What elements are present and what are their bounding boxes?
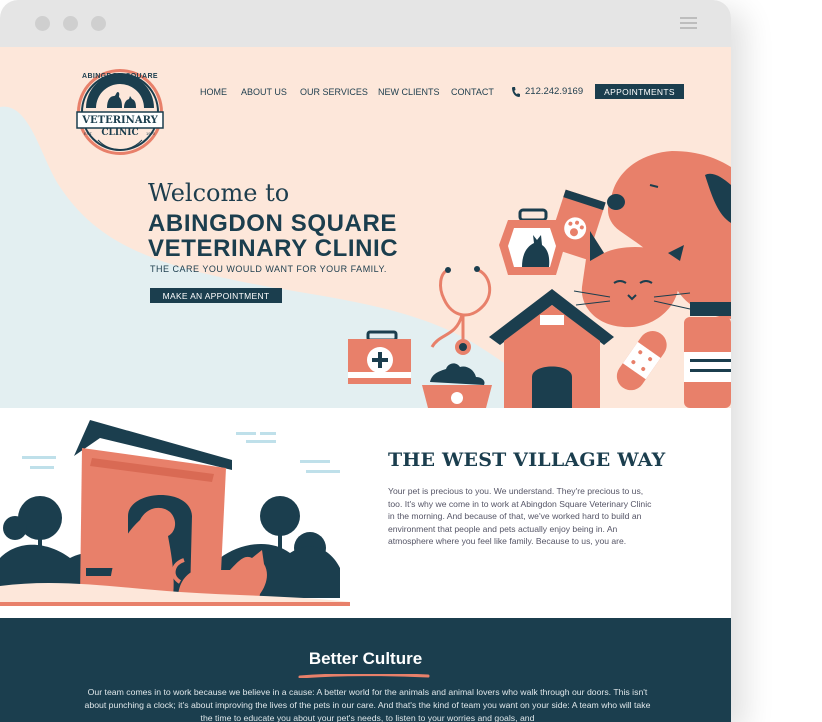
nav-about-us[interactable]: ABOUT US — [241, 87, 287, 97]
browser-window: ABINGDON SQUARE VETERINARY CLINIC EST. 1… — [0, 0, 731, 722]
browser-chrome — [0, 0, 731, 47]
hero-title: ABINGDON SQUARE VETERINARY CLINIC — [148, 211, 398, 261]
hero-section: ABINGDON SQUARE VETERINARY CLINIC EST. 1… — [0, 47, 731, 408]
hero-title-line1: ABINGDON SQUARE — [148, 210, 398, 237]
appointments-button[interactable]: APPOINTMENTS — [595, 84, 684, 99]
welcome-text: Welcome to — [148, 179, 290, 207]
logo-year: 1970 — [146, 131, 155, 136]
west-village-body: Your pet is precious to you. We understa… — [388, 486, 652, 546]
window-dot-close[interactable] — [35, 16, 50, 31]
culture-body: Our team comes in to work because we bel… — [84, 687, 651, 722]
hero-title-line2: VETERINARY CLINIC — [148, 235, 399, 262]
hero-tagline: THE CARE YOU WOULD WANT FOR YOUR FAMILY. — [150, 264, 387, 274]
nav-our-services[interactable]: OUR SERVICES — [300, 87, 368, 97]
phone-icon — [512, 86, 520, 97]
culture-title: Better Culture — [308, 649, 423, 668]
hamburger-menu-icon[interactable] — [680, 17, 697, 29]
phone-link[interactable]: 212.242.9169 — [512, 86, 583, 97]
west-village-title: THE WEST VILLAGE WAY — [388, 449, 666, 471]
nav-home[interactable]: HOME — [200, 87, 227, 97]
better-culture-section: Better Culture Our team comes in to work… — [0, 618, 731, 722]
logo-line1: VETERINARY — [82, 115, 158, 126]
make-appointment-button[interactable]: MAKE AN APPOINTMENT — [150, 288, 282, 303]
logo-est: EST. — [84, 131, 93, 136]
nav-new-clients[interactable]: NEW CLIENTS — [378, 87, 440, 97]
window-dot-minimize[interactable] — [63, 16, 78, 31]
nav-contact[interactable]: CONTACT — [451, 87, 494, 97]
clinic-logo[interactable]: ABINGDON SQUARE VETERINARY CLINIC EST. 1… — [74, 68, 166, 156]
window-dot-maximize[interactable] — [91, 16, 106, 31]
logo-top-arc: ABINGDON SQUARE — [81, 73, 158, 80]
west-village-section: THE WEST VILLAGE WAY Your pet is preciou… — [0, 408, 731, 618]
title-underline-decoration — [298, 674, 430, 678]
washington-arch-illustration — [0, 420, 350, 606]
phone-number: 212.242.9169 — [525, 86, 584, 97]
